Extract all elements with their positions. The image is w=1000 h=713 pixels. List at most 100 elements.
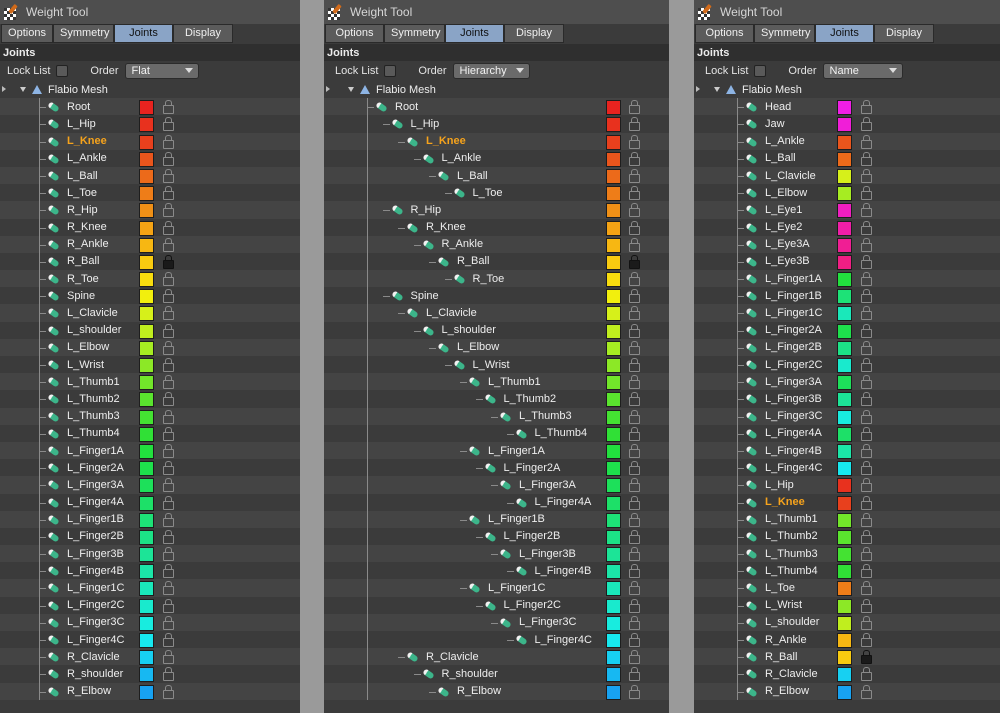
joint-color-swatch[interactable] bbox=[837, 237, 852, 253]
lock-open-icon[interactable] bbox=[861, 289, 872, 304]
lock-open-icon[interactable] bbox=[163, 358, 174, 372]
joint-color-swatch[interactable] bbox=[837, 340, 852, 356]
lock-open-icon[interactable] bbox=[629, 151, 640, 166]
joint-row[interactable]: L_Finger4C bbox=[324, 631, 669, 649]
joint-row[interactable]: L_Finger4A bbox=[0, 493, 300, 511]
joint-row[interactable]: Spine bbox=[0, 287, 300, 305]
joint-color-swatch[interactable] bbox=[606, 529, 621, 545]
joint-color-swatch[interactable] bbox=[139, 220, 154, 236]
joint-row[interactable]: L_Finger1B bbox=[324, 510, 669, 528]
joint-color-swatch[interactable] bbox=[837, 581, 852, 597]
joint-row[interactable]: L_Thumb2 bbox=[694, 527, 1000, 546]
joint-row[interactable]: L_Knee bbox=[694, 493, 1000, 511]
lock-open-icon[interactable] bbox=[163, 220, 174, 235]
joint-row[interactable]: L_Finger4A bbox=[694, 424, 1000, 442]
lock-open-icon[interactable] bbox=[861, 478, 872, 493]
joint-row[interactable]: Head bbox=[694, 98, 1000, 116]
lock-open-icon[interactable] bbox=[629, 117, 640, 132]
lock-open-icon[interactable] bbox=[629, 443, 640, 458]
joint-color-swatch[interactable] bbox=[139, 392, 154, 408]
joint-row[interactable]: L_Ball bbox=[694, 149, 1000, 167]
lock-open-icon[interactable] bbox=[861, 615, 872, 630]
lock-closed-icon[interactable] bbox=[163, 254, 174, 269]
joint-color-swatch[interactable] bbox=[606, 220, 621, 236]
lock-open-icon[interactable] bbox=[163, 426, 174, 441]
mesh-row[interactable]: Flabio Mesh bbox=[324, 81, 669, 99]
joint-color-swatch[interactable] bbox=[139, 409, 154, 425]
lock-open-icon[interactable] bbox=[861, 168, 872, 183]
joint-color-swatch[interactable] bbox=[837, 615, 852, 631]
joint-row[interactable]: L_Wrist bbox=[324, 356, 669, 374]
joint-color-swatch[interactable] bbox=[139, 289, 154, 305]
joint-color-swatch[interactable] bbox=[837, 323, 852, 339]
joint-row[interactable]: L_Finger3B bbox=[0, 545, 300, 563]
joint-row[interactable]: L_Finger1A bbox=[0, 441, 300, 460]
joint-color-swatch[interactable] bbox=[139, 598, 154, 614]
joint-row[interactable]: Root bbox=[0, 98, 300, 116]
joint-color-swatch[interactable] bbox=[837, 134, 852, 150]
joint-row[interactable]: L_Finger2B bbox=[0, 527, 300, 546]
joint-row[interactable]: L_Ball bbox=[0, 166, 300, 185]
joint-row[interactable]: L_Finger3B bbox=[324, 545, 669, 563]
lock-open-icon[interactable] bbox=[629, 237, 640, 252]
joint-row[interactable]: L_Finger1C bbox=[324, 579, 669, 597]
lock-open-icon[interactable] bbox=[861, 375, 872, 390]
lock-open-icon[interactable] bbox=[861, 306, 872, 321]
joint-color-swatch[interactable] bbox=[837, 684, 852, 700]
joint-row[interactable]: L_Finger1B bbox=[0, 510, 300, 528]
joint-color-swatch[interactable] bbox=[606, 564, 621, 580]
joint-color-swatch[interactable] bbox=[606, 375, 621, 391]
lock-open-icon[interactable] bbox=[629, 392, 640, 407]
joint-row[interactable]: L_Finger2A bbox=[324, 459, 669, 477]
tab-symmetry[interactable]: Symmetry bbox=[754, 24, 815, 43]
lock-open-icon[interactable] bbox=[861, 684, 872, 699]
joint-row[interactable]: L_Thumb3 bbox=[324, 407, 669, 425]
joint-color-swatch[interactable] bbox=[837, 633, 852, 648]
lock-open-icon[interactable] bbox=[163, 134, 174, 149]
joint-row[interactable]: L_Finger1A bbox=[324, 441, 669, 460]
joint-color-swatch[interactable] bbox=[139, 186, 154, 202]
lock-open-icon[interactable] bbox=[629, 650, 640, 665]
lock-open-icon[interactable] bbox=[629, 478, 640, 493]
joint-color-swatch[interactable] bbox=[139, 306, 154, 322]
joint-row[interactable]: L_Wrist bbox=[694, 596, 1000, 614]
lock-open-icon[interactable] bbox=[163, 495, 174, 510]
joint-color-swatch[interactable] bbox=[837, 306, 852, 322]
lock-open-icon[interactable] bbox=[163, 461, 174, 476]
lock-open-icon[interactable] bbox=[163, 186, 174, 201]
lock-open-icon[interactable] bbox=[861, 220, 872, 235]
lock-open-icon[interactable] bbox=[163, 375, 174, 390]
joint-row[interactable]: R_Clavicle bbox=[0, 648, 300, 666]
mesh-row[interactable]: Flabio Mesh bbox=[0, 81, 300, 99]
lock-list-checkbox[interactable] bbox=[384, 65, 397, 77]
lock-open-icon[interactable] bbox=[629, 461, 640, 476]
lock-open-icon[interactable] bbox=[629, 512, 640, 527]
lock-open-icon[interactable] bbox=[861, 547, 872, 562]
tab-symmetry[interactable]: Symmetry bbox=[384, 24, 445, 43]
lock-open-icon[interactable] bbox=[163, 547, 174, 562]
joint-color-swatch[interactable] bbox=[837, 512, 852, 528]
joint-row[interactable]: L_Thumb2 bbox=[324, 390, 669, 408]
joint-color-swatch[interactable] bbox=[606, 581, 621, 597]
joint-row[interactable]: Jaw bbox=[694, 115, 1000, 133]
joint-row[interactable]: Spine bbox=[324, 287, 669, 305]
lock-open-icon[interactable] bbox=[629, 564, 640, 579]
joint-row[interactable]: L_Finger3C bbox=[0, 613, 300, 631]
lock-open-icon[interactable] bbox=[861, 529, 872, 544]
joint-color-swatch[interactable] bbox=[606, 168, 621, 184]
joint-row[interactable]: L_Clavicle bbox=[0, 304, 300, 322]
lock-open-icon[interactable] bbox=[163, 667, 174, 682]
tab-joints[interactable]: Joints bbox=[445, 24, 504, 43]
lock-open-icon[interactable] bbox=[861, 186, 872, 201]
expand-arrow-icon[interactable] bbox=[2, 86, 6, 92]
order-dropdown[interactable]: Hierarchy bbox=[452, 63, 530, 79]
lock-open-icon[interactable] bbox=[861, 667, 872, 682]
joint-color-swatch[interactable] bbox=[139, 117, 154, 133]
lock-open-icon[interactable] bbox=[861, 134, 872, 149]
lock-open-icon[interactable] bbox=[629, 272, 640, 287]
lock-open-icon[interactable] bbox=[163, 151, 174, 166]
lock-open-icon[interactable] bbox=[861, 237, 872, 252]
joint-row[interactable]: L_Knee bbox=[0, 132, 300, 150]
joint-color-swatch[interactable] bbox=[139, 443, 154, 459]
joint-row[interactable]: L_Finger4A bbox=[324, 493, 669, 511]
